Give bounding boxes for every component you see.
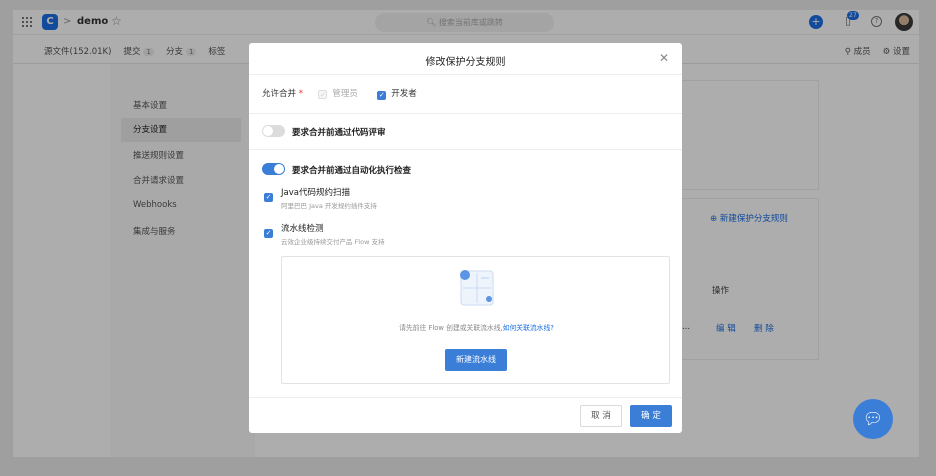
chat-support-button[interactable]: 💬︎ [853, 399, 893, 439]
pipeline-check-checkbox[interactable]: ✓ [264, 229, 273, 238]
auto-check-toggle[interactable] [262, 163, 285, 175]
admin-checkbox[interactable]: ✓ [318, 90, 328, 99]
pipeline-empty-icon [460, 270, 494, 306]
how-to-link-pipeline-link[interactable]: 如何关联流水线? [503, 324, 554, 332]
java-scan-desc: 阿里巴巴 Java 开发规约插件支持 [281, 202, 377, 210]
edit-protected-branch-dialog: 修改保护分支规则 ✕ 允许合并 * ✓ 管理员 ✓ 开发者 要求合并前通过代码评审 … [249, 43, 682, 433]
allow-merge-row: 允许合并 * ✓ 管理员 ✓ 开发者 [262, 87, 417, 100]
divider [249, 149, 682, 150]
dialog-body: 允许合并 * ✓ 管理员 ✓ 开发者 要求合并前通过代码评审 要求合并前通过自动化执… [249, 75, 682, 397]
java-scan-title: Java代码规约扫描 [281, 188, 350, 198]
dialog-footer: 取 消 确 定 [249, 397, 682, 433]
developer-role-label: 开发者 [391, 89, 417, 99]
dialog-title: 修改保护分支规则 [425, 57, 506, 68]
confirm-button[interactable]: 确 定 [630, 405, 672, 427]
auto-check-label: 要求合并前通过自动化执行检查 [292, 166, 412, 176]
close-icon[interactable]: ✕ [659, 51, 669, 65]
empty-state-text: 请先前往 Flow 创建或关联流水线,如何关联流水线? [282, 322, 671, 332]
admin-role-label: 管理员 [332, 89, 358, 99]
dialog-header: 修改保护分支规则 ✕ [249, 43, 682, 75]
divider [249, 113, 682, 114]
code-review-label: 要求合并前通过代码评审 [292, 128, 386, 138]
pipeline-check-desc: 云效企业级持续交付产品 Flow 支持 [281, 238, 385, 246]
chat-icon: 💬︎ [862, 409, 884, 428]
allow-merge-label: 允许合并 [262, 89, 297, 99]
pipeline-empty-state: 请先前往 Flow 创建或关联流水线,如何关联流水线? 新建流水线 [281, 256, 670, 384]
empty-state-message: 请先前往 Flow 创建或关联流水线, [399, 324, 503, 332]
cancel-button[interactable]: 取 消 [580, 405, 622, 427]
developer-checkbox[interactable]: ✓ [377, 91, 387, 100]
pipeline-check-title: 流水线检测 [281, 224, 324, 234]
required-mark: * [298, 89, 303, 99]
java-scan-checkbox[interactable]: ✓ [264, 193, 273, 202]
code-review-toggle[interactable] [262, 125, 285, 137]
new-pipeline-button[interactable]: 新建流水线 [445, 349, 507, 371]
